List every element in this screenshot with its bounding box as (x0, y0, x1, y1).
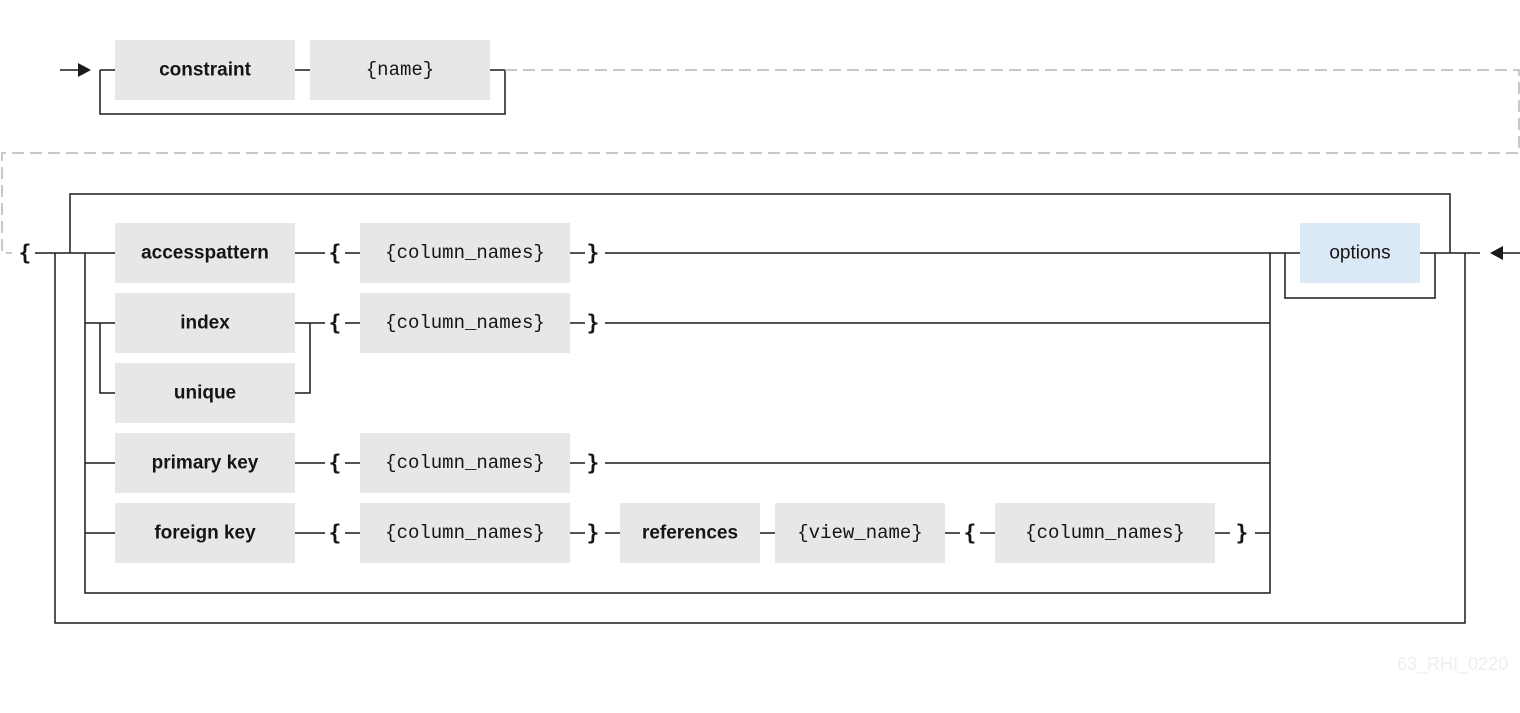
open-brace: { (329, 521, 342, 545)
open-brace: { (19, 241, 32, 265)
unique-keyword: unique (174, 383, 236, 404)
ref-column-names-variable: {column_names} (1025, 522, 1185, 544)
open-brace: { (329, 311, 342, 335)
column-names-variable: {column_names} (385, 242, 545, 264)
column-names-variable: {column_names} (385, 522, 545, 544)
watermark: 63_RHI_0220 (1397, 654, 1508, 675)
syntax-diagram: constraint {name} { accesspattern { {col… (1, 40, 1520, 675)
close-brace: } (587, 521, 600, 545)
close-brace: } (587, 241, 600, 265)
close-brace: } (587, 311, 600, 335)
close-brace: } (1236, 521, 1249, 545)
primary-key-keyword: primary key (152, 453, 259, 474)
open-brace: { (329, 241, 342, 265)
end-arrow-icon (1490, 246, 1503, 260)
column-names-variable: {column_names} (385, 452, 545, 474)
index-keyword: index (180, 313, 230, 334)
close-brace: } (587, 451, 600, 475)
column-names-variable: {column_names} (385, 312, 545, 334)
open-brace: { (329, 451, 342, 475)
name-variable: {name} (366, 59, 434, 81)
start-arrow-icon (60, 63, 91, 77)
accesspattern-keyword: accesspattern (141, 243, 269, 264)
constraint-keyword: constraint (159, 60, 252, 81)
options-link[interactable]: options (1329, 243, 1390, 264)
foreign-key-keyword: foreign key (154, 523, 256, 544)
references-keyword: references (642, 523, 738, 544)
view-name-variable: {view_name} (797, 522, 922, 544)
open-brace: { (964, 521, 977, 545)
